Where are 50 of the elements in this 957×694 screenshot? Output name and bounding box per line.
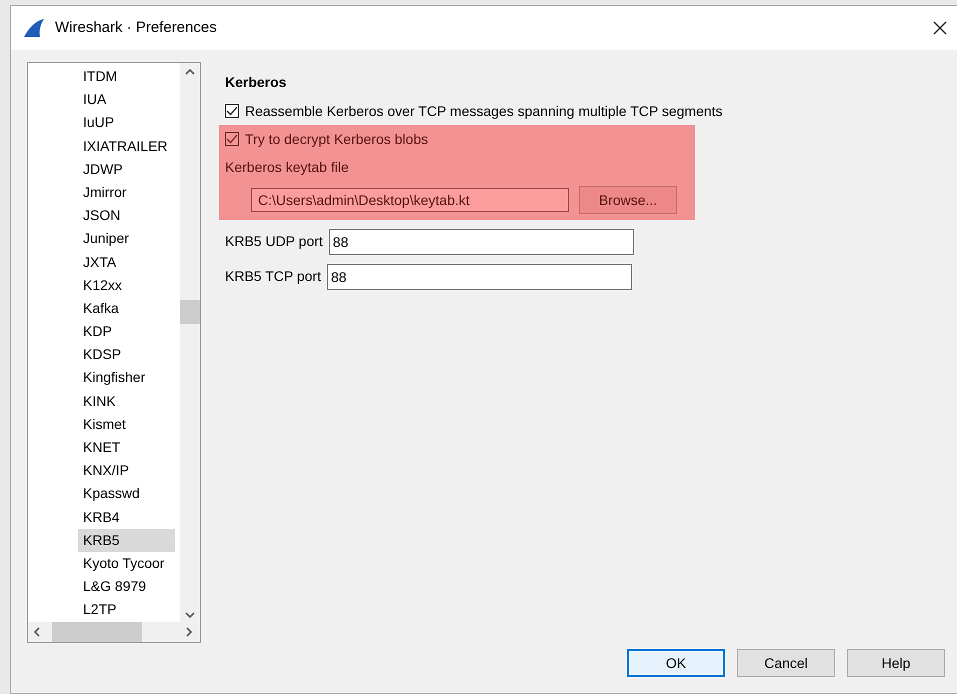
dialog-button[interactable]: OK [627,649,725,677]
list-item[interactable]: L2TP [78,598,175,622]
list-item[interactable]: IUA [78,88,175,112]
list-item[interactable]: Kpasswd [78,482,175,506]
list-item[interactable]: KNET [78,436,175,460]
close-icon[interactable] [933,21,947,35]
checkbox-label: Reassemble Kerberos over TCP messages spanning multiple TCP segments [245,102,723,121]
list-item[interactable]: KRB4 [78,506,175,529]
file-path-field[interactable]: C:\Users\admin\Desktop\keytab.kt [251,188,569,212]
scroll-left-icon[interactable] [34,627,40,637]
list-item[interactable]: Kismet [78,412,175,436]
checkbox[interactable] [225,132,239,146]
list-item[interactable]: ITDM [78,65,175,88]
list-item[interactable]: KINK [78,390,175,413]
list-item[interactable]: JDWP [78,158,175,181]
port-field[interactable]: 88 [328,228,634,254]
list-item[interactable]: Kafka [78,296,175,320]
list-item[interactable]: Kyoto Tycoor [78,552,175,576]
scroll-thumb[interactable] [52,622,142,642]
section-title: Kerberos [225,73,288,92]
list-item[interactable]: KRB5 [78,528,175,552]
list-item[interactable]: IuUP [78,111,175,135]
list-item[interactable]: JXTA [78,250,175,274]
vertical-scrollbar[interactable] [180,63,200,622]
browse-button[interactable]: Browse... [579,186,677,214]
list-item[interactable]: JSON [78,204,175,228]
field-label: KRB5 UDP port [225,232,323,251]
field-label: Kerberos keytab file [224,158,350,177]
list-item[interactable]: Juniper [78,227,175,250]
dialog-button[interactable]: Help [847,649,945,677]
dialog-button[interactable]: Cancel [737,649,835,677]
list-item[interactable]: KNX/IP [78,459,175,482]
list-item[interactable]: L&G 8979 [78,575,175,598]
list-item[interactable]: IXIATRAILER [78,134,175,158]
port-field[interactable]: 88 [326,264,632,290]
window-title: Wireshark · Preferences [55,18,217,38]
list-item[interactable]: KDSP [78,343,175,366]
scroll-up-icon[interactable] [185,69,195,75]
scroll-down-icon[interactable] [185,612,195,618]
field-label: KRB5 TCP port [225,267,321,286]
fin-icon [23,18,45,38]
list-item[interactable]: KDP [78,320,175,344]
horizontal-scrollbar[interactable] [28,622,200,642]
scroll-right-icon[interactable] [186,627,192,637]
list-item[interactable]: Jmirror [78,180,175,204]
checkbox[interactable] [225,104,239,118]
list-item[interactable]: K12xx [78,274,175,297]
list-item[interactable]: Kingfisher [78,366,175,390]
scroll-thumb[interactable] [180,300,200,324]
checkbox-label: Try to decrypt Kerberos blobs [245,130,428,149]
